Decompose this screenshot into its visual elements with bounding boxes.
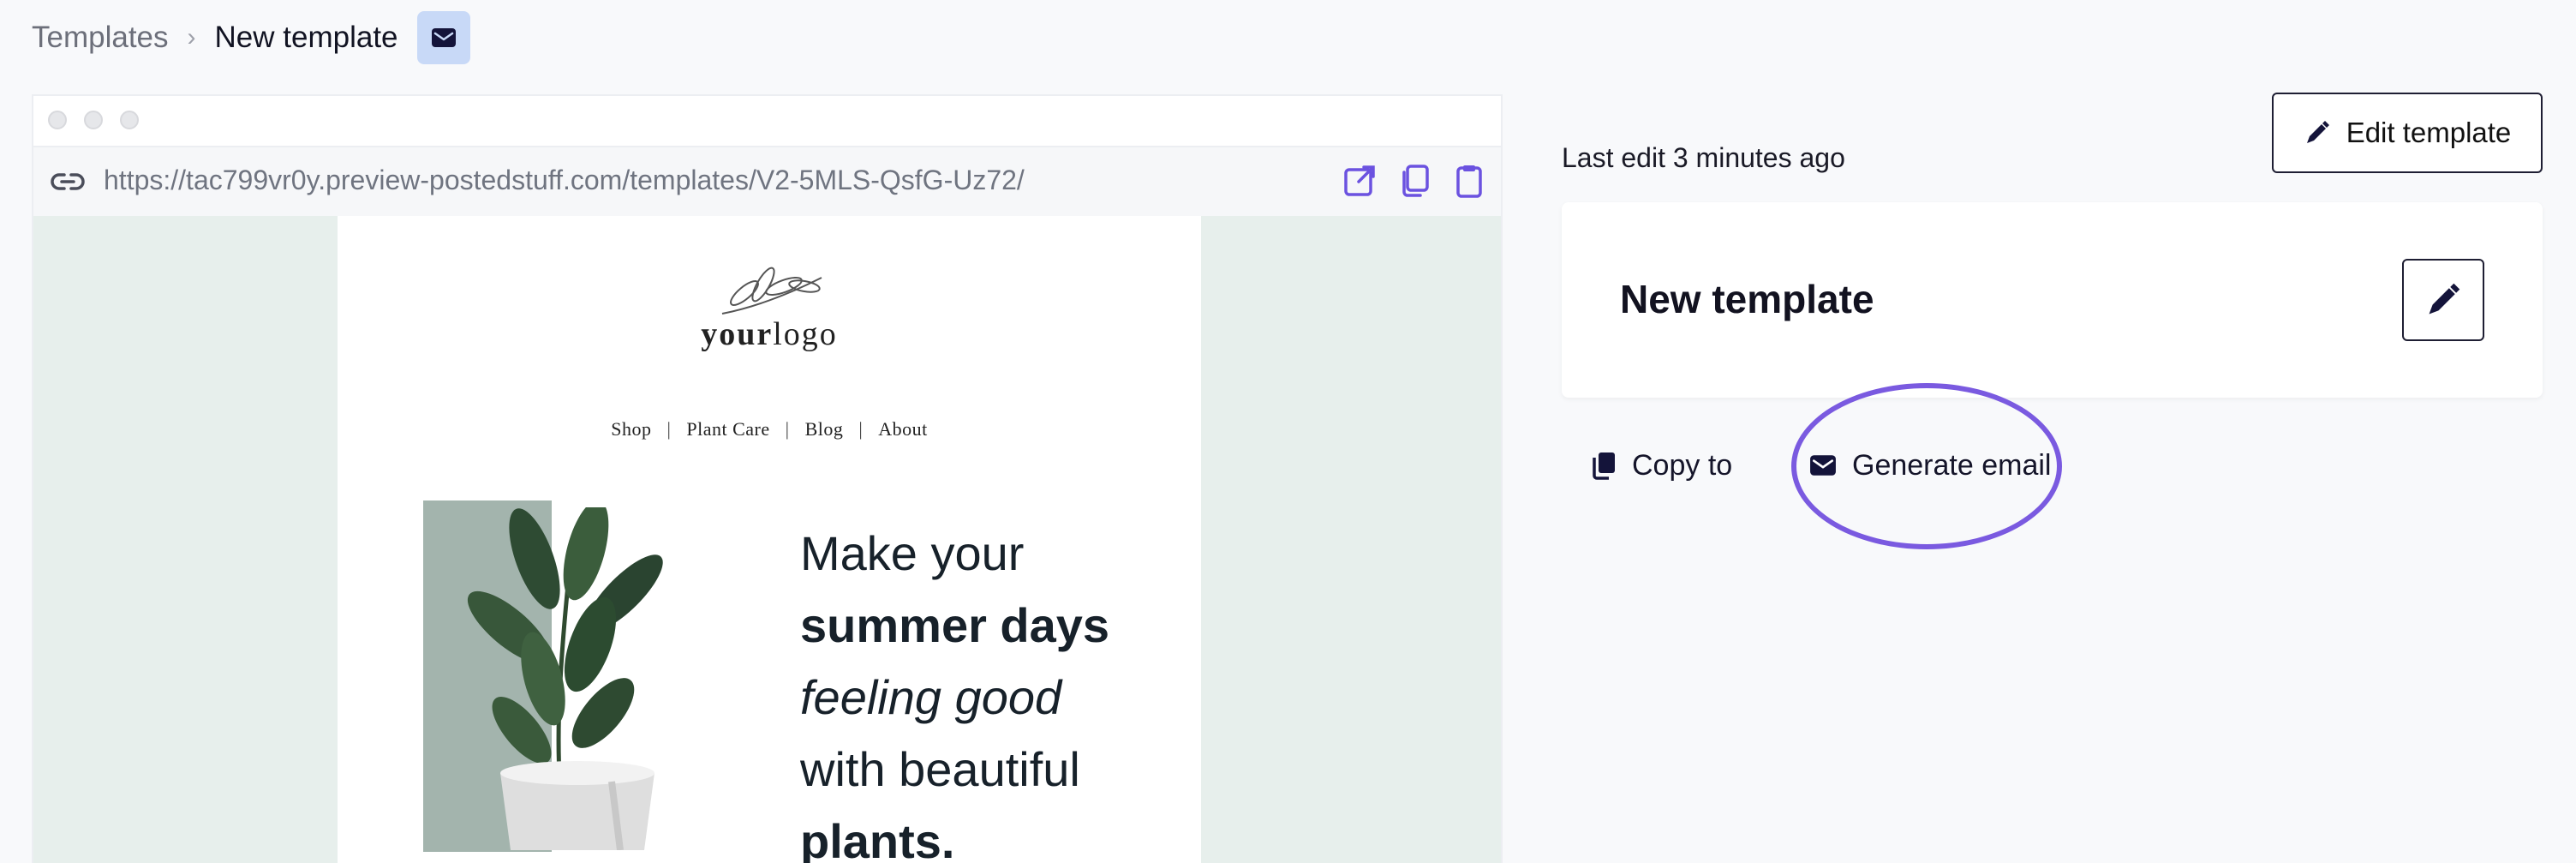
email-nav-item[interactable]: About [878, 418, 928, 440]
generate-email-button[interactable]: Generate email [1809, 444, 2051, 487]
hero-line: plants. [800, 814, 955, 863]
edit-template-label: Edit template [2346, 117, 2512, 148]
email-nav-item[interactable]: Shop [611, 418, 651, 440]
url-bar: https://tac799vr0y.preview-postedstuff.c… [33, 147, 1501, 218]
preview-canvas: yourlogo Shop | Plant Care | Blog | About [33, 216, 1501, 863]
mail-icon [1810, 455, 1836, 476]
email-nav-item[interactable]: Plant Care [686, 418, 769, 440]
window-dot [48, 111, 67, 129]
template-name: New template [1620, 277, 1874, 321]
preview-url[interactable]: https://tac799vr0y.preview-postedstuff.c… [104, 165, 1025, 196]
hero-line: summer days [800, 598, 1110, 652]
email-logo-text: yourlogo [701, 316, 838, 352]
leaf-logo-icon [721, 267, 822, 315]
hero-line: feeling good [800, 670, 1062, 724]
breadcrumb-current: New template [214, 21, 398, 54]
email-body: yourlogo Shop | Plant Care | Blog | About [338, 216, 1201, 863]
clipboard-icon[interactable] [1451, 163, 1487, 199]
copy-to-label: Copy to [1632, 448, 1733, 482]
mail-icon [431, 28, 456, 47]
window-titlebar [33, 96, 1501, 147]
edit-name-button[interactable] [2402, 259, 2484, 341]
window-dot [84, 111, 103, 129]
edit-template-button[interactable]: Edit template [2272, 93, 2543, 173]
breadcrumb: Templates › New template [32, 11, 470, 64]
window-dot [120, 111, 139, 129]
pencil-icon [2429, 283, 2460, 315]
copy-to-button[interactable]: Copy to [1591, 444, 1732, 487]
breadcrumb-separator: › [187, 23, 196, 51]
pencil-icon [2306, 121, 2329, 143]
duplicate-icon[interactable] [1396, 163, 1432, 199]
open-external-icon[interactable] [1342, 163, 1378, 199]
potted-plant-image [467, 507, 663, 850]
copy-icon [1593, 452, 1615, 480]
generate-email-label: Generate email [1852, 448, 2052, 482]
template-card: New template [1562, 202, 2543, 398]
hero-line: with beautiful [800, 742, 1080, 796]
email-hero-text: Make your summer days feeling good with … [800, 518, 1194, 863]
breadcrumb-templates-link[interactable]: Templates [32, 21, 169, 55]
last-edit-timestamp: Last edit 3 minutes ago [1562, 142, 1845, 173]
hero-line: Make your [800, 526, 1025, 580]
email-preview-window: https://tac799vr0y.preview-postedstuff.c… [32, 94, 1503, 863]
link-icon [51, 173, 85, 190]
email-nav: Shop | Plant Care | Blog | About [611, 418, 928, 440]
email-nav-item[interactable]: Blog [805, 418, 844, 440]
email-type-badge [416, 11, 470, 64]
